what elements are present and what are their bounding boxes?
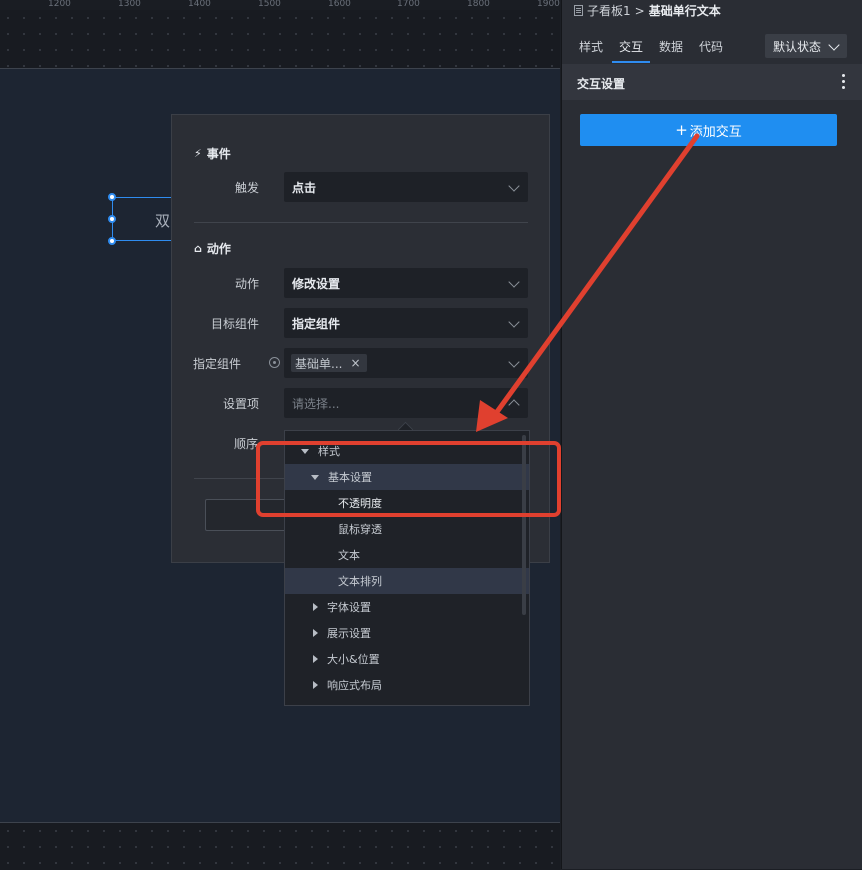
tab-style[interactable]: 样式 bbox=[579, 38, 603, 55]
caret-right-icon bbox=[313, 603, 318, 611]
tree-node-size-position[interactable]: 大小&位置 bbox=[285, 646, 529, 672]
interaction-settings-header: 交互设置 bbox=[562, 64, 862, 100]
trigger-select[interactable]: 点击 bbox=[284, 172, 528, 202]
ruler-tick: 1600 bbox=[328, 0, 351, 9]
crosshair-icon[interactable] bbox=[269, 357, 280, 368]
properties-panel: 子看板1 > 基础单行文本 样式 交互 数据 代码 默认状态 交互设置 + 添加… bbox=[561, 0, 862, 869]
resize-handle[interactable] bbox=[108, 215, 116, 223]
trigger-label: 触发 bbox=[234, 181, 259, 195]
ruler-tick: 1300 bbox=[118, 0, 141, 9]
ruler-tick: 1500 bbox=[258, 0, 281, 9]
chevron-down-icon bbox=[508, 356, 520, 368]
component-text: 双 bbox=[155, 212, 171, 230]
annotation-highlight-box bbox=[256, 441, 561, 517]
tab-data[interactable]: 数据 bbox=[659, 38, 683, 55]
active-tab-indicator bbox=[612, 61, 650, 63]
tree-leaf-text-align[interactable]: 文本排列 bbox=[285, 568, 529, 594]
tree-node-font-settings[interactable]: 字体设置 bbox=[285, 594, 529, 620]
event-section-title: ⚡ 事件 bbox=[194, 147, 231, 161]
ruler-tick: 1200 bbox=[48, 0, 71, 9]
state-dropdown[interactable]: 默认状态 bbox=[765, 34, 847, 58]
document-icon bbox=[574, 5, 583, 16]
tab-interaction[interactable]: 交互 bbox=[619, 38, 643, 55]
action-label: 动作 bbox=[234, 277, 259, 291]
chevron-down-icon bbox=[508, 180, 520, 192]
lightning-icon: ⚡ bbox=[194, 147, 202, 160]
chevron-down-icon bbox=[828, 39, 840, 51]
specified-component-label: 指定组件 bbox=[192, 357, 241, 371]
tree-leaf-text[interactable]: 文本 bbox=[285, 542, 529, 568]
panel-tabs: 样式 交互 数据 代码 默认状态 bbox=[562, 28, 862, 65]
order-label: 顺序 bbox=[233, 437, 258, 451]
breadcrumb-current: 基础单行文本 bbox=[648, 4, 721, 18]
more-vertical-icon[interactable] bbox=[842, 74, 845, 89]
specified-component-select[interactable]: 基础单... × bbox=[284, 348, 528, 378]
caret-right-icon bbox=[313, 655, 318, 663]
ruler-tick: 1400 bbox=[188, 0, 211, 9]
setting-item-select[interactable]: 请选择... bbox=[284, 388, 528, 418]
breadcrumb-parent[interactable]: 子看板1 bbox=[587, 2, 631, 19]
component-tag: 基础单... × bbox=[291, 354, 367, 372]
horizontal-ruler: 1200 1300 1400 1500 1600 1700 1800 1900 bbox=[0, 0, 560, 10]
resize-handle[interactable] bbox=[108, 193, 116, 201]
action-icon: ⌂ bbox=[194, 242, 202, 255]
breadcrumb: 子看板1 > 基础单行文本 bbox=[574, 2, 721, 19]
plus-icon: + bbox=[675, 121, 688, 139]
action-select[interactable]: 修改设置 bbox=[284, 268, 528, 298]
target-component-select[interactable]: 指定组件 bbox=[284, 308, 528, 338]
tree-node-responsive-layout[interactable]: 响应式布局 bbox=[285, 672, 529, 698]
target-component-label: 目标组件 bbox=[210, 317, 259, 331]
setting-item-label: 设置项 bbox=[222, 397, 259, 411]
canvas-margin-top bbox=[0, 10, 560, 69]
tree-leaf-mouse-through[interactable]: 鼠标穿透 bbox=[285, 516, 529, 542]
chevron-up-icon bbox=[508, 399, 520, 411]
ruler-tick: 1800 bbox=[467, 0, 490, 9]
caret-right-icon bbox=[313, 681, 318, 689]
resize-handle[interactable] bbox=[108, 237, 116, 245]
chevron-down-icon bbox=[508, 316, 520, 328]
section-divider bbox=[194, 222, 528, 223]
ruler-tick: 1900 bbox=[537, 0, 560, 9]
canvas-margin-bottom bbox=[0, 822, 560, 870]
add-interaction-button[interactable]: + 添加交互 bbox=[580, 114, 837, 146]
section-title: 交互设置 bbox=[577, 77, 626, 91]
chevron-down-icon bbox=[508, 276, 520, 288]
ruler-tick: 1700 bbox=[397, 0, 420, 9]
tree-node-display-settings[interactable]: 展示设置 bbox=[285, 620, 529, 646]
action-section-title: ⌂ 动作 bbox=[194, 242, 231, 256]
tab-code[interactable]: 代码 bbox=[699, 38, 723, 55]
breadcrumb-separator: > bbox=[634, 3, 645, 18]
tag-close-icon[interactable]: × bbox=[350, 356, 360, 370]
caret-right-icon bbox=[313, 629, 318, 637]
